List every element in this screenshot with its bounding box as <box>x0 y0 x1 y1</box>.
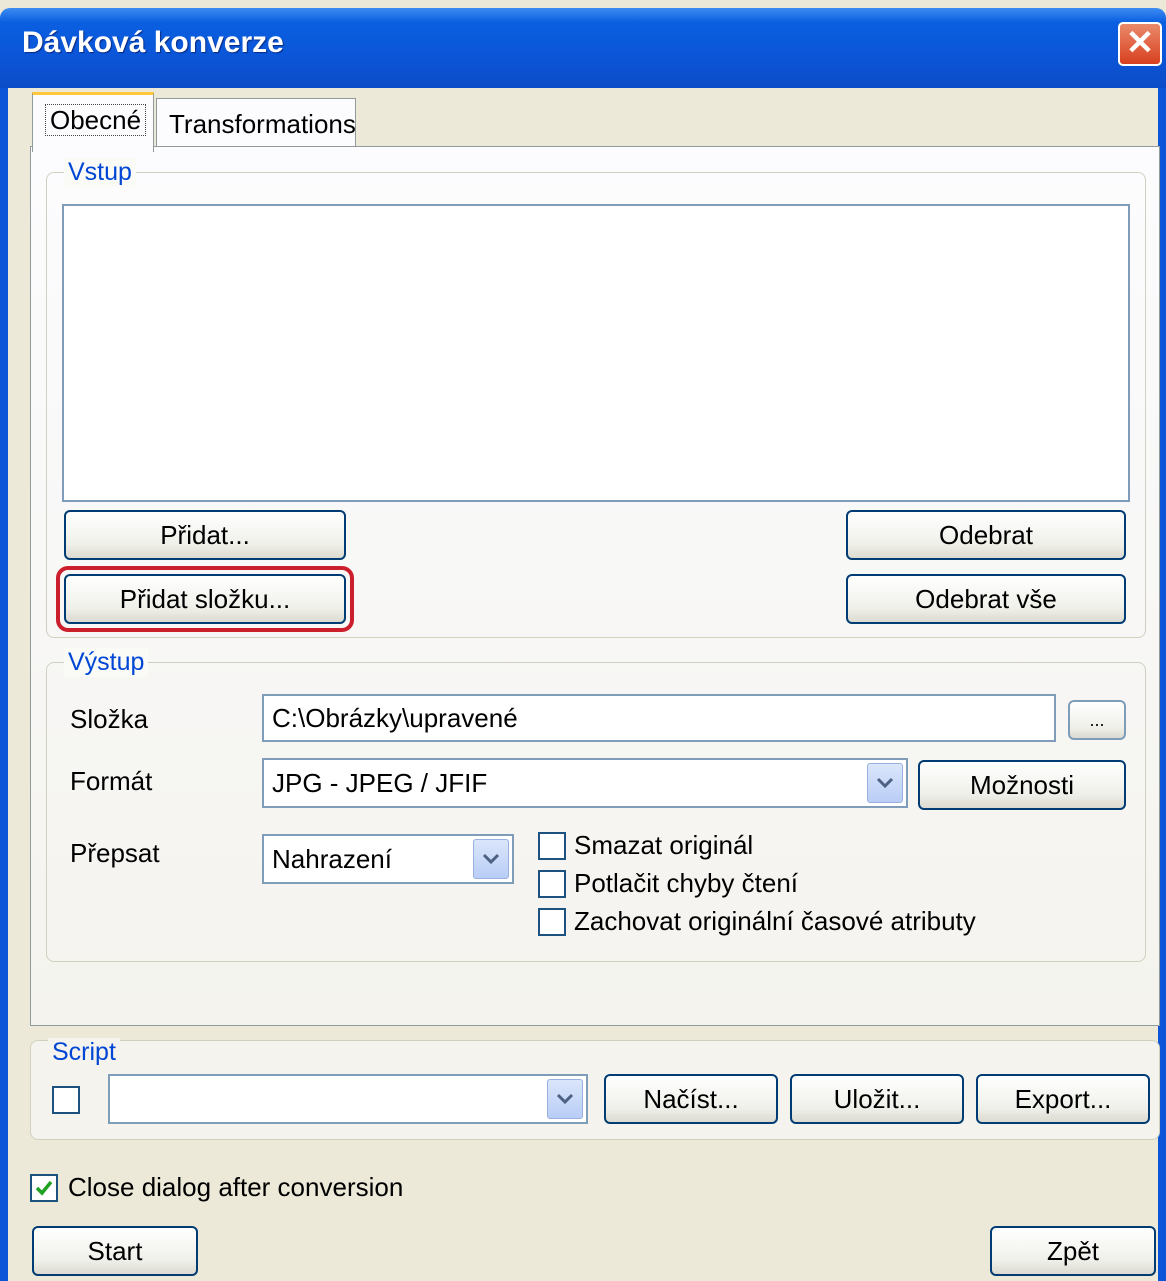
format-options-button[interactable]: Možnosti <box>918 760 1126 810</box>
tab-transformations-label: Transformations <box>169 109 356 139</box>
input-file-list[interactable] <box>62 204 1130 502</box>
tab-obecne-label: Obecné <box>45 104 147 136</box>
close-after-conversion-label: Close dialog after conversion <box>68 1172 404 1202</box>
window-title: Dávková konverze <box>22 26 284 59</box>
close-icon[interactable]: ✕ <box>1118 22 1162 66</box>
script-group-label: Script <box>48 1038 120 1067</box>
checkmark-icon <box>35 1180 53 1196</box>
chevron-down-icon[interactable] <box>473 839 509 879</box>
output-folder-input[interactable]: C:\Obrázky\upravené <box>262 694 1056 742</box>
chevron-down-icon[interactable] <box>867 763 903 803</box>
close-after-conversion-checkbox[interactable] <box>30 1174 58 1202</box>
window-frame-left <box>0 88 8 1281</box>
back-button[interactable]: Zpět <box>990 1226 1156 1276</box>
format-label: Formát <box>70 766 153 796</box>
script-select[interactable] <box>108 1074 588 1124</box>
overwrite-label: Přepsat <box>70 838 160 868</box>
delete-original-label: Smazat originál <box>574 830 754 860</box>
tab-obecne[interactable]: Obecné <box>32 92 154 152</box>
overwrite-select[interactable]: Nahrazení <box>262 834 514 884</box>
keep-timestamps-label: Zachovat originální časové atributy <box>574 906 976 936</box>
browse-folder-button[interactable]: ... <box>1068 700 1126 740</box>
chevron-down-icon[interactable] <box>547 1079 583 1119</box>
folder-label: Složka <box>70 704 149 734</box>
start-button[interactable]: Start <box>32 1226 198 1276</box>
script-load-button[interactable]: Načíst... <box>604 1074 778 1124</box>
suppress-read-errors-checkbox[interactable] <box>538 870 566 898</box>
tab-transformations[interactable]: Transformations <box>156 98 356 148</box>
format-select-value: JPG - JPEG / JFIF <box>272 767 488 798</box>
script-save-button[interactable]: Uložit... <box>790 1074 964 1124</box>
overwrite-select-value: Nahrazení <box>272 843 392 874</box>
script-enable-checkbox[interactable] <box>52 1086 80 1114</box>
suppress-read-errors-label: Potlačit chyby čtení <box>574 868 798 898</box>
delete-original-checkbox[interactable] <box>538 832 566 860</box>
remove-button[interactable]: Odebrat <box>846 510 1126 560</box>
script-export-button[interactable]: Export... <box>976 1074 1150 1124</box>
format-select[interactable]: JPG - JPEG / JFIF <box>262 758 908 808</box>
output-group-label: Výstup <box>64 648 149 677</box>
remove-all-button[interactable]: Odebrat vše <box>846 574 1126 624</box>
highlight-annotation <box>56 566 354 632</box>
input-group-label: Vstup <box>64 158 136 187</box>
keep-timestamps-checkbox[interactable] <box>538 908 566 936</box>
add-file-button[interactable]: Přidat... <box>64 510 346 560</box>
